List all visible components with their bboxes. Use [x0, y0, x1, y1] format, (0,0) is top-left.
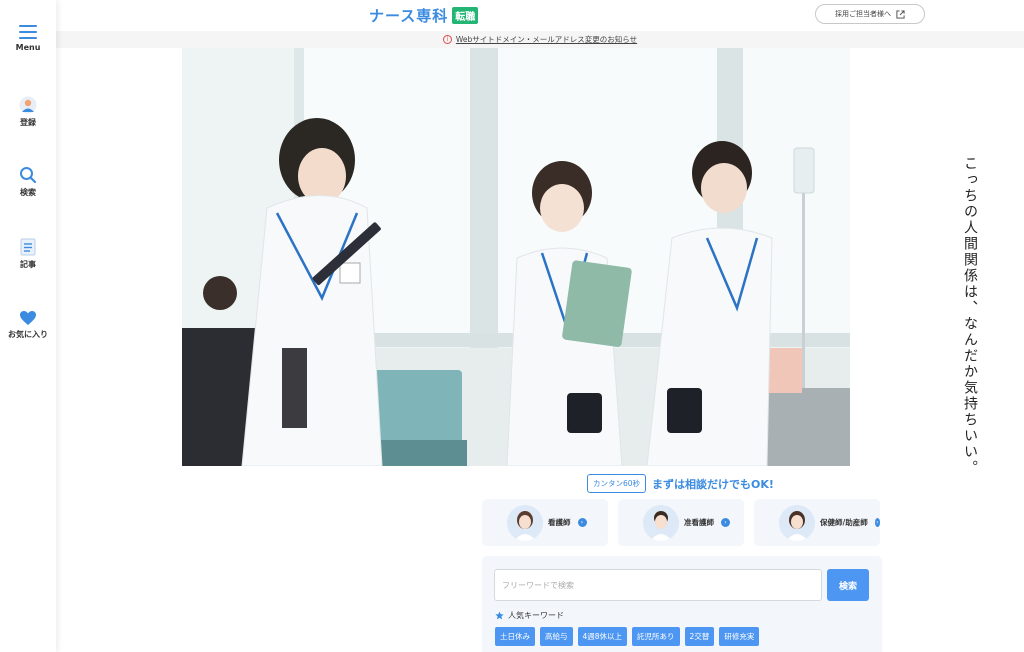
heart-icon — [20, 311, 36, 325]
keyword-tag[interactable]: 土日休み — [495, 627, 535, 646]
external-link-icon — [896, 9, 905, 19]
search-icon — [20, 167, 37, 184]
menu-label: Menu — [15, 43, 41, 52]
sidebar-item-search[interactable]: 検索 — [0, 166, 56, 198]
role-card-nurse[interactable]: 看護師 › — [482, 499, 608, 546]
role-label: 保健師/助産師 — [820, 518, 868, 527]
recruiter-button[interactable]: 採用ご担当者様へ — [815, 4, 925, 24]
logo-badge: 転職 — [452, 7, 479, 24]
user-icon — [19, 96, 37, 114]
popular-keywords-title: 人気キーワード — [508, 611, 564, 620]
hero-catchcopy: こっちの人間関係は、なんだか気持ちいい。 — [962, 156, 978, 476]
recruiter-button-label: 採用ご担当者様へ — [835, 10, 891, 18]
role-card-assistant-nurse[interactable]: 准看護師 › — [618, 499, 744, 546]
search-button[interactable]: 検索 — [827, 569, 869, 601]
midwife-avatar-icon — [779, 504, 815, 541]
arrow-right-icon: › — [721, 518, 730, 527]
notice-bar: i Webサイトドメイン・メールアドレス変更のお知らせ — [56, 31, 1024, 48]
sidebar-item-label: 登録 — [20, 118, 36, 127]
nurse-avatar-icon — [507, 504, 543, 541]
sidebar-item-favorites[interactable]: お気に入り — [0, 310, 56, 340]
search-panel: 検索 人気キーワード 土日休み 高給与 4週8休以上 託児所あり 2交替 研修充… — [482, 556, 882, 652]
cta-banner[interactable]: カンタン60秒 まずは相談だけでもOK! — [587, 474, 774, 493]
star-icon — [495, 611, 504, 620]
cta-badge: カンタン60秒 — [587, 474, 647, 493]
header: ナース専科 転職 採用ご担当者様へ — [56, 0, 1024, 31]
article-icon — [20, 238, 36, 256]
keyword-tag[interactable]: 2交替 — [684, 627, 715, 646]
menu-button[interactable]: Menu — [0, 24, 56, 52]
sidebar-item-label: 記事 — [20, 260, 36, 269]
hero-photo — [182, 48, 850, 466]
arrow-right-icon: › — [577, 518, 587, 527]
assistant-nurse-avatar-icon — [643, 504, 679, 541]
hamburger-icon — [19, 25, 37, 39]
logo[interactable]: ナース専科 転職 — [369, 5, 479, 26]
keyword-tag[interactable]: 高給与 — [540, 627, 573, 646]
role-card-public-health-nurse[interactable]: 保健師/助産師 › — [754, 499, 880, 546]
keyword-tag[interactable]: 研修充実 — [719, 627, 760, 646]
search-input[interactable] — [494, 569, 822, 601]
sidebar-item-label: お気に入り — [8, 330, 48, 339]
popular-keywords-heading: 人気キーワード — [495, 610, 564, 621]
role-label: 看護師 — [548, 518, 571, 527]
keyword-list: 土日休み 高給与 4週8休以上 託児所あり 2交替 研修充実 — [495, 627, 760, 646]
role-label: 准看護師 — [684, 518, 714, 527]
hero-image — [182, 48, 850, 466]
logo-text: ナース専科 — [369, 7, 449, 25]
keyword-tag[interactable]: 4週8休以上 — [577, 627, 628, 646]
notice-link[interactable]: Webサイトドメイン・メールアドレス変更のお知らせ — [456, 34, 637, 45]
info-icon: i — [442, 35, 452, 44]
arrow-right-icon: › — [874, 518, 880, 527]
sidebar: Menu 登録 検索 記事 お気に入り — [0, 0, 56, 652]
sidebar-item-articles[interactable]: 記事 — [0, 238, 56, 270]
sidebar-item-label: 検索 — [20, 188, 36, 197]
sidebar-item-register[interactable]: 登録 — [0, 96, 56, 128]
keyword-tag[interactable]: 託児所あり — [632, 627, 680, 646]
cta-text: まずは相談だけでもOK! — [652, 477, 774, 491]
